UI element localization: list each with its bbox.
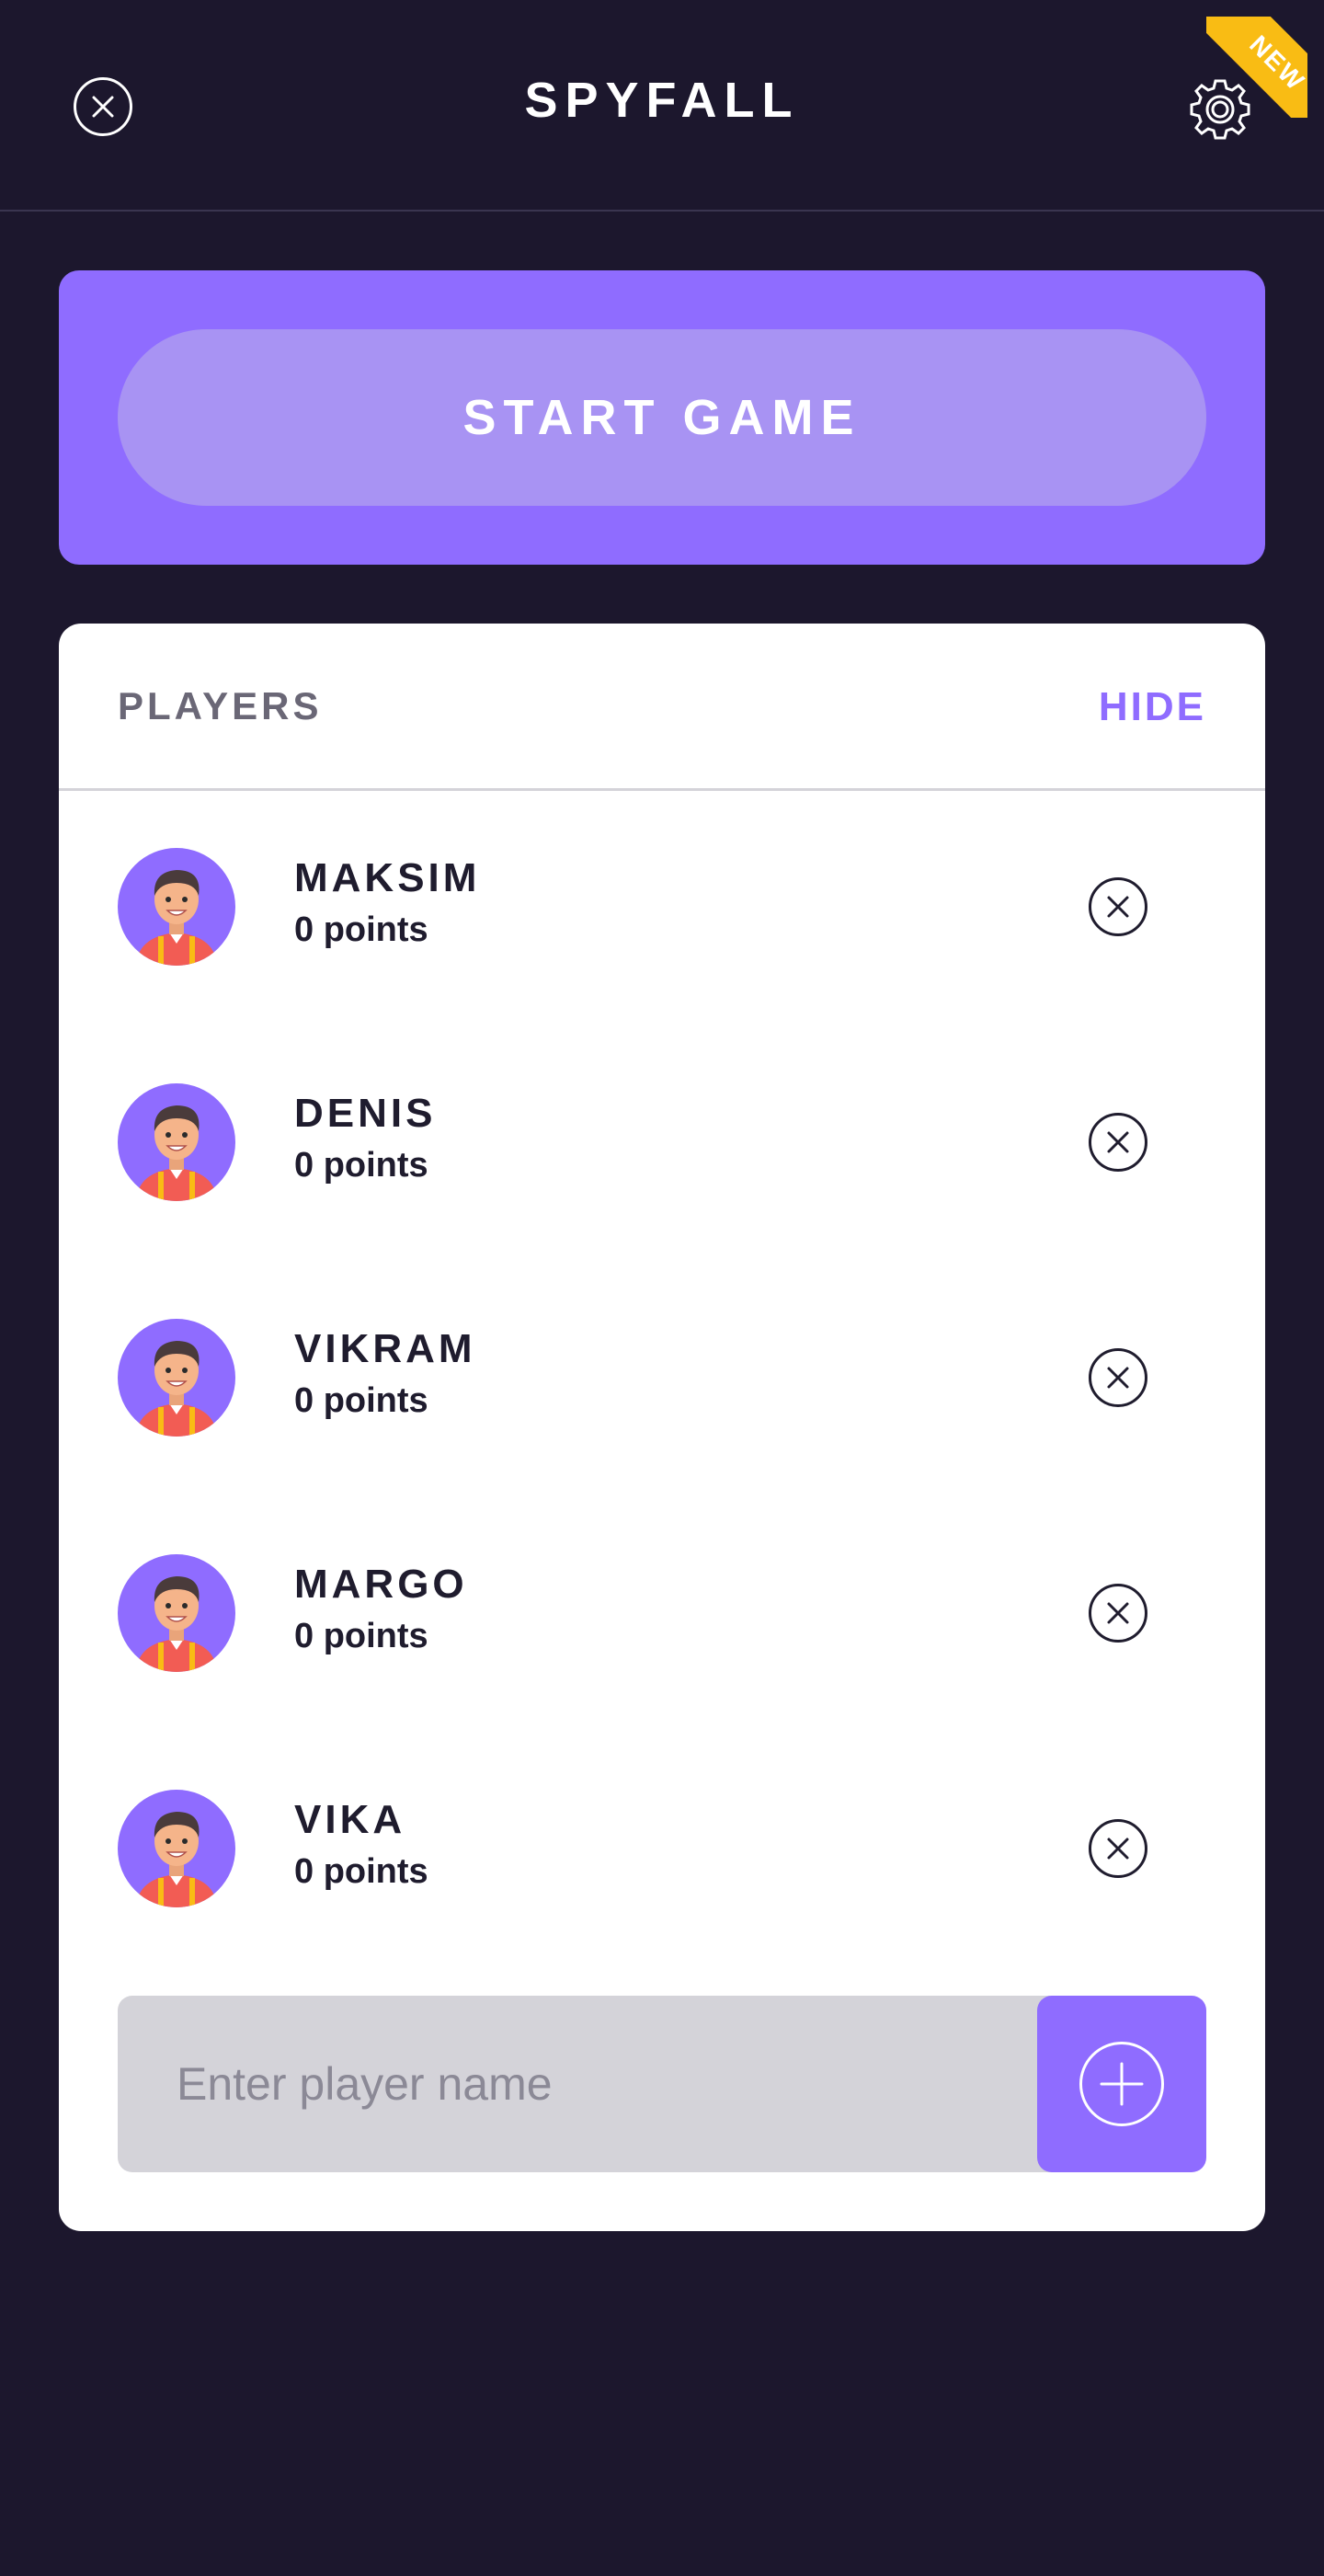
- app-screen: SPYFALL NEW START GAME PLAYERS HIDE MAKS…: [0, 0, 1324, 2576]
- players-title: PLAYERS: [118, 684, 323, 727]
- player-avatar: [118, 1083, 235, 1201]
- hide-players-button[interactable]: HIDE: [1099, 684, 1206, 730]
- player-row: MARGO 0 points: [59, 1495, 1265, 1731]
- new-badge: NEW: [1206, 17, 1307, 118]
- player-row: MAKSIM 0 points: [59, 789, 1265, 1025]
- player-row: VIKRAM 0 points: [59, 1260, 1265, 1495]
- player-name: MARGO: [294, 1562, 468, 1607]
- players-card: PLAYERS HIDE MAKSIM 0 points DENIS 0 poi…: [59, 624, 1265, 2231]
- remove-player-button[interactable]: [1089, 1819, 1147, 1878]
- avatar-icon: [136, 1341, 217, 1437]
- close-icon: [1107, 1131, 1129, 1153]
- player-points: 0 points: [294, 1617, 428, 1655]
- player-avatar: [118, 1554, 235, 1672]
- player-points: 0 points: [294, 1146, 428, 1185]
- player-points: 0 points: [294, 910, 428, 949]
- avatar-icon: [136, 1576, 217, 1672]
- player-points: 0 points: [294, 1381, 428, 1420]
- players-header: PLAYERS HIDE: [59, 624, 1265, 791]
- add-player-button[interactable]: [1037, 1996, 1206, 2172]
- remove-player-button[interactable]: [1089, 1348, 1147, 1407]
- top-bar: SPYFALL NEW: [0, 0, 1324, 212]
- player-avatar: [118, 848, 235, 966]
- close-icon: [1107, 1367, 1129, 1389]
- player-row: DENIS 0 points: [59, 1025, 1265, 1260]
- avatar-icon: [136, 870, 217, 966]
- close-icon: [1107, 1602, 1129, 1624]
- player-name: DENIS: [294, 1091, 437, 1136]
- close-icon: [1107, 896, 1129, 918]
- player-row: VIKA 0 points: [59, 1731, 1265, 1966]
- player-name: VIKRAM: [294, 1326, 476, 1371]
- player-avatar: [118, 1319, 235, 1437]
- start-game-card: START GAME: [59, 270, 1265, 565]
- player-name-input[interactable]: [118, 1996, 1056, 2172]
- player-name: VIKA: [294, 1797, 406, 1842]
- player-avatar: [118, 1790, 235, 1907]
- avatar-icon: [136, 1812, 217, 1907]
- close-icon: [1107, 1838, 1129, 1860]
- remove-player-button[interactable]: [1089, 1584, 1147, 1643]
- player-points: 0 points: [294, 1852, 428, 1891]
- remove-player-button[interactable]: [1089, 877, 1147, 936]
- avatar-icon: [136, 1105, 217, 1201]
- player-name: MAKSIM: [294, 855, 481, 900]
- new-badge-label: NEW: [1244, 29, 1307, 97]
- start-game-button[interactable]: START GAME: [118, 329, 1206, 506]
- remove-player-button[interactable]: [1089, 1113, 1147, 1172]
- plus-icon: [1100, 2062, 1144, 2106]
- app-title: SPYFALL: [524, 73, 800, 128]
- add-player-row: [118, 1996, 1206, 2172]
